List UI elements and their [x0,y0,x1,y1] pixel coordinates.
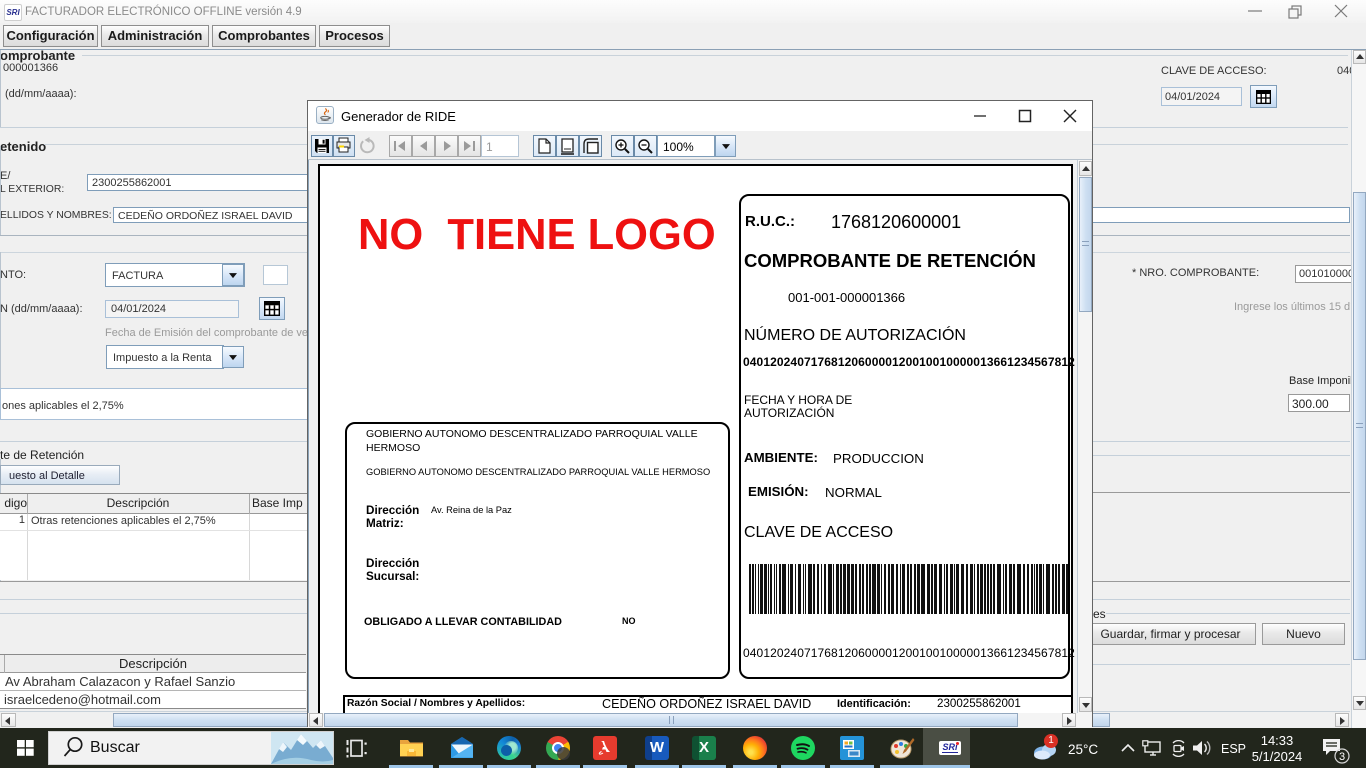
svg-text:3: 3 [1339,751,1345,763]
